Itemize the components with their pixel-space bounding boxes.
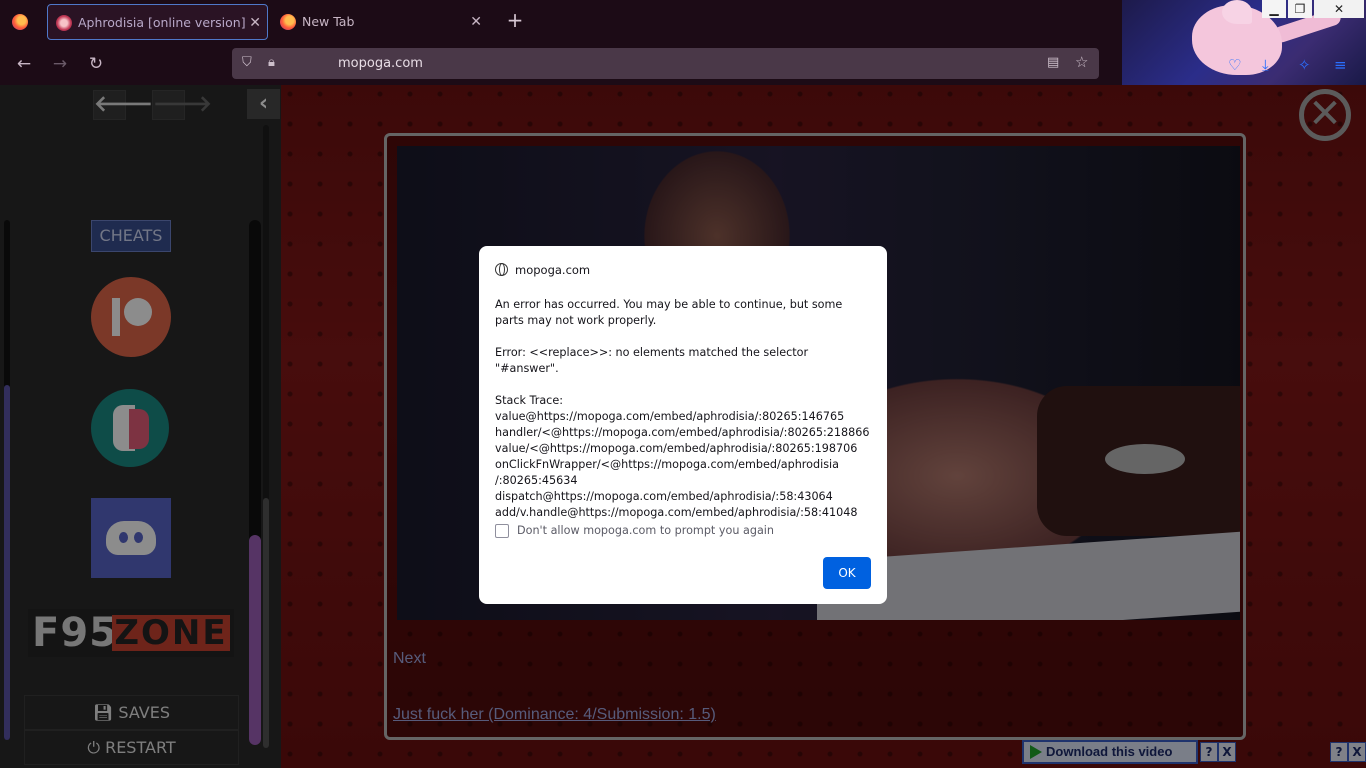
firefox-icon[interactable]: [12, 14, 28, 30]
url-text[interactable]: mopoga.com: [338, 48, 423, 79]
mew-ear: [1222, 0, 1252, 24]
stack-line: /:80265:45634: [495, 474, 578, 487]
extensions-icon[interactable]: ✧: [1298, 56, 1311, 74]
stack-line: add/v.handle@https://mopoga.com/embed/ap…: [495, 506, 858, 519]
firefox-icon: [280, 14, 296, 30]
dont-allow-checkbox[interactable]: [495, 524, 509, 538]
tab-title: New Tab: [302, 14, 355, 29]
lock-icon[interactable]: 🔒︎: [268, 55, 275, 70]
reader-view-icon[interactable]: ▤: [1047, 55, 1059, 70]
origin-text: mopoga.com: [515, 263, 591, 277]
close-tab-icon[interactable]: ✕: [249, 5, 261, 41]
restore-icon[interactable]: ❐: [1288, 0, 1312, 18]
forward-icon[interactable]: →: [48, 52, 72, 76]
stack-line: onClickFnWrapper/<@https://mopoga.com/em…: [495, 458, 839, 471]
new-tab-icon[interactable]: +: [505, 8, 525, 32]
download-icon[interactable]: ⤓: [1262, 56, 1269, 74]
stack-title: Stack Trace:: [495, 394, 563, 407]
tab-title: Aphrodisia [online version] inte: [78, 15, 245, 30]
checkbox-label[interactable]: Don't allow mopoga.com to prompt you aga…: [517, 523, 774, 539]
stack-line: value@https://mopoga.com/embed/aphrodisi…: [495, 410, 845, 423]
stack-line: dispatch@https://mopoga.com/embed/aphrod…: [495, 490, 833, 503]
url-bar[interactable]: ⛉ 🔒︎ mopoga.com ▤ ☆: [232, 48, 1099, 79]
theme-artwork: ▁ ❐ ✕ ♡ ⤓ ✧ ≡: [1122, 0, 1366, 85]
close-tab-icon[interactable]: ✕: [470, 4, 482, 40]
stack-line: handler/<@https://mopoga.com/embed/aphro…: [495, 426, 870, 439]
window-close-icon[interactable]: ✕: [1314, 0, 1364, 18]
error-message: An error has occurred. You may be able t…: [495, 298, 843, 327]
stack-line: value/<@https://mopoga.com/embed/aphrodi…: [495, 442, 858, 455]
pocket-icon[interactable]: ♡: [1228, 56, 1241, 74]
tab-new-tab[interactable]: New Tab ✕: [272, 4, 490, 40]
tab-aphrodisia[interactable]: Aphrodisia [online version] inte ✕: [47, 4, 268, 40]
error-dialog: mopoga.com An error has occurred. You ma…: [479, 246, 887, 604]
error-detail: Error: <<replace>>: no elements matched …: [495, 346, 809, 375]
shield-icon[interactable]: ⛉: [242, 55, 252, 70]
favicon-icon: [56, 15, 72, 31]
ok-button[interactable]: OK: [823, 557, 871, 589]
menu-icon[interactable]: ≡: [1334, 56, 1347, 74]
reload-icon[interactable]: ↻: [84, 52, 108, 76]
bookmark-star-icon[interactable]: ☆: [1075, 53, 1088, 71]
minimize-icon[interactable]: ▁: [1262, 0, 1286, 18]
back-icon[interactable]: ←: [12, 52, 36, 76]
dialog-origin: mopoga.com: [495, 262, 590, 278]
dialog-body: An error has occurred. You may be able t…: [495, 297, 870, 521]
